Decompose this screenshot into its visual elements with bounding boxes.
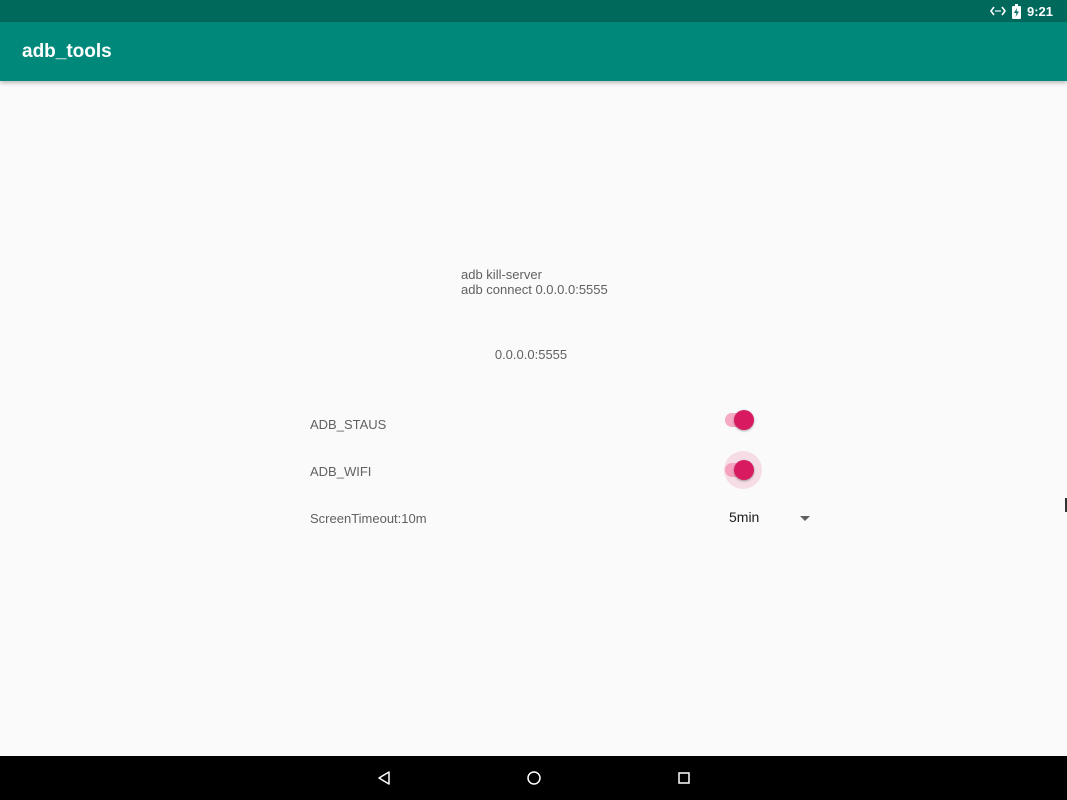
adb-status-label: ADB_STAUS: [310, 417, 387, 432]
address-text: 0.0.0.0:5555: [494, 347, 568, 362]
spinner-selected-value: 5min: [729, 509, 760, 525]
adb-wifi-switch[interactable]: [724, 451, 765, 489]
battery-charging-icon: [1011, 3, 1021, 19]
dropdown-arrow-icon: [800, 516, 810, 521]
screen-timeout-spinner[interactable]: 5min: [720, 505, 820, 531]
command-line-kill-server: adb kill-server: [461, 267, 542, 282]
status-time: 9:21: [1026, 3, 1053, 19]
home-icon[interactable]: [524, 768, 544, 788]
adb-debug-icon: [989, 5, 1006, 17]
back-icon[interactable]: [374, 768, 394, 788]
adb-status-switch[interactable]: [725, 404, 765, 434]
command-line-connect: adb connect 0.0.0.0:5555: [461, 282, 608, 297]
status-bar: 9:21: [0, 0, 1067, 22]
app-title: adb_tools: [22, 41, 112, 62]
app-bar: adb_tools: [0, 22, 1067, 81]
switch-thumb: [734, 460, 754, 480]
command-text: adb kill-server adb connect 0.0.0.0:5555: [461, 267, 608, 297]
navigation-bar: [0, 756, 1067, 800]
screen-timeout-label: ScreenTimeout:10m: [310, 511, 427, 526]
status-icons: 9:21: [989, 0, 1053, 22]
switch-thumb: [734, 410, 754, 430]
main-content: adb kill-server adb connect 0.0.0.0:5555…: [0, 81, 1067, 756]
adb-wifi-label: ADB_WIFI: [310, 464, 372, 479]
recents-icon[interactable]: [674, 768, 694, 788]
